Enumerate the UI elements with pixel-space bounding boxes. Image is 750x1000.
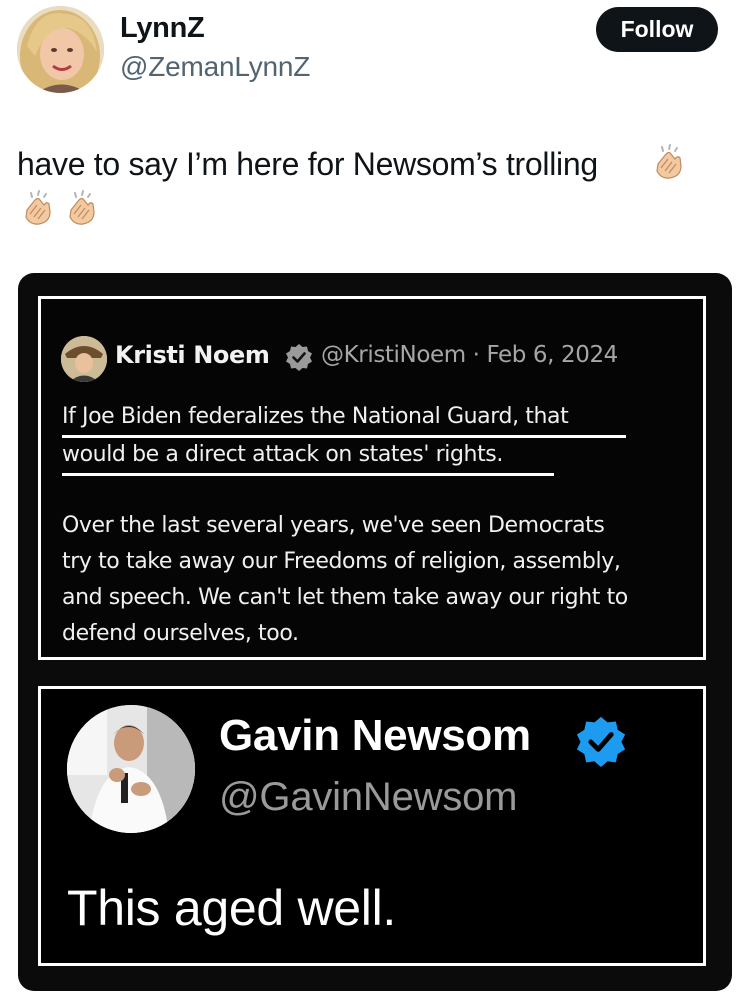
verified-badge-icon bbox=[575, 715, 627, 772]
clapping-hands-icon bbox=[61, 188, 101, 233]
tweet-text: have to say I’m here for Newsom’s trolli… bbox=[17, 146, 598, 182]
follow-button[interactable]: Follow bbox=[596, 7, 718, 52]
user-handle[interactable]: @ZemanLynnZ bbox=[120, 51, 310, 83]
reply-tweet-card: Gavin Newsom @GavinNewsom This aged well… bbox=[38, 686, 706, 966]
quoted-text-line: would be a direct attack on states' righ… bbox=[62, 442, 503, 467]
highlight-underline bbox=[62, 473, 554, 476]
emoji-row bbox=[17, 188, 101, 233]
reply-text: This aged well. bbox=[67, 880, 396, 936]
display-name[interactable]: LynnZ bbox=[120, 12, 205, 45]
quoted-handle-date: @KristiNoem · Feb 6, 2024 bbox=[321, 342, 618, 368]
avatar[interactable] bbox=[17, 6, 104, 93]
quoted-text-line: defend ourselves, too. bbox=[62, 621, 299, 646]
quoted-text-line: If Joe Biden federalizes the National Gu… bbox=[62, 404, 569, 429]
tweet-media-image[interactable]: Kristi Noem @KristiNoem · Feb 6, 2024 If… bbox=[18, 273, 732, 991]
quoted-text-line: and speech. We can't let them take away … bbox=[62, 585, 628, 610]
quoted-avatar bbox=[61, 336, 107, 382]
quoted-text-line: Over the last several years, we've seen … bbox=[62, 513, 605, 538]
verified-badge-icon bbox=[285, 343, 313, 376]
reply-handle: @GavinNewsom bbox=[219, 775, 518, 819]
highlight-underline bbox=[62, 435, 626, 438]
clapping-hands-icon bbox=[648, 142, 688, 187]
reply-avatar bbox=[67, 705, 195, 833]
quoted-text-line: try to take away our Freedoms of religio… bbox=[62, 549, 621, 574]
quoted-tweet-card: Kristi Noem @KristiNoem · Feb 6, 2024 If… bbox=[38, 296, 706, 660]
reply-display-name: Gavin Newsom bbox=[219, 711, 531, 760]
clapping-hands-icon bbox=[17, 188, 57, 233]
quoted-display-name: Kristi Noem bbox=[115, 341, 270, 369]
